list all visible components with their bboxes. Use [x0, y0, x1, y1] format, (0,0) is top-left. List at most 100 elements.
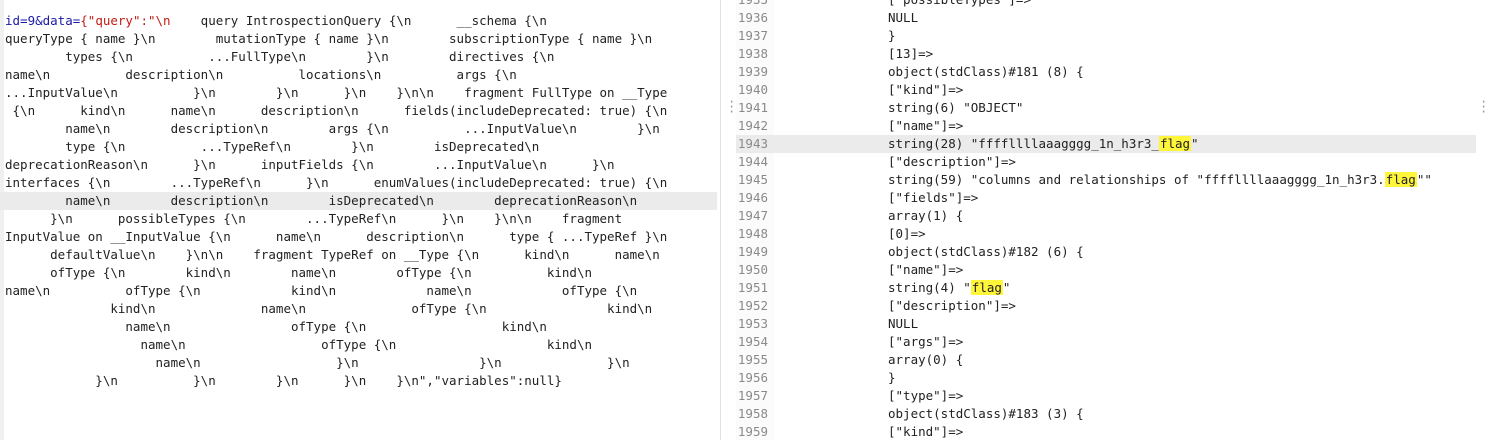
pane-divider[interactable] — [720, 0, 721, 440]
response-line: 1950 ["name"]=> — [736, 261, 1476, 279]
line-number: 1938 — [737, 46, 768, 61]
response-line: 1937} — [736, 27, 1476, 45]
request-line: name\n ofType {\n kind\n — [5, 337, 592, 352]
line-number: 1937 — [737, 28, 768, 43]
request-pane[interactable]: id=9&data={"query":"\n query Introspecti… — [0, 0, 720, 440]
response-line: 1940 ["kind"]=> — [736, 81, 1476, 99]
response-text: object(stdClass)#183 (3) { — [888, 406, 1084, 421]
response-line: 1954 ["args"]=> — [736, 333, 1476, 351]
response-line: 1948 [0]=> — [736, 225, 1476, 243]
line-number: 1956 — [737, 370, 768, 385]
pane-options-icon[interactable]: · · · — [728, 96, 735, 118]
response-line-text: object(stdClass)#182 (6) { — [888, 243, 1084, 261]
response-pane[interactable]: 1935["possibleTypes"]=>1936NULL1937}1938… — [736, 0, 1476, 440]
response-line-text: ["type"]=> — [888, 387, 963, 405]
response-text: NULL — [888, 10, 919, 25]
response-line-highlighted: 1943 string(28) "ffffllllaaagggg_1n_h3r3_… — [736, 135, 1476, 153]
line-number: 1953 — [737, 316, 768, 331]
response-text: string(4) " — [888, 280, 971, 295]
response-line: 1949 object(stdClass)#182 (6) { — [736, 243, 1476, 261]
response-line: 1951 string(4) "flag" — [736, 279, 1476, 297]
response-line: 1946 ["fields"]=> — [736, 189, 1476, 207]
request-line: InputValue on __InputValue {\n name\n de… — [5, 229, 668, 244]
response-line-text: string(4) "flag" — [888, 279, 1010, 297]
response-text: ["possibleTypes"]=> — [888, 0, 1031, 7]
response-line: 1945 string(59) "columns and relationship… — [736, 171, 1476, 189]
line-number: 1945 — [737, 172, 768, 187]
request-line: ofType {\n kind\n name\n ofType {\n kind… — [5, 265, 592, 280]
request-line: name\n description\n locations\n args {\… — [5, 67, 517, 82]
response-line: 1938 [13]=> — [736, 45, 1476, 63]
response-text-tail: " — [1191, 136, 1199, 151]
response-text: array(1) { — [888, 208, 964, 223]
response-line-text: NULL — [888, 9, 918, 27]
request-line: defaultValue\n }\n\n fragment TypeRef on… — [5, 247, 660, 262]
request-body[interactable]: id=9&data={"query":"\n query Introspecti… — [0, 12, 717, 390]
request-line: name\n ofType {\n kind\n — [5, 319, 547, 334]
request-line: id=9&data={"query":"\n query Introspecti… — [5, 12, 717, 30]
response-text: ["args"]=> — [888, 334, 964, 349]
response-text: } — [888, 370, 896, 385]
line-number: 1949 — [737, 244, 768, 259]
response-line: 1956} — [736, 369, 1476, 387]
response-line: 1936 NULL — [736, 9, 1476, 27]
response-text: ["description"]=> — [888, 154, 1016, 169]
response-text: string(6) "OBJECT" — [888, 100, 1024, 115]
response-line-text: ["kind"]=> — [888, 423, 963, 440]
request-param-id: id=9&data= — [5, 13, 81, 28]
response-text: ["type"]=> — [888, 388, 964, 403]
search-highlight: flag — [1158, 136, 1192, 151]
response-text: object(stdClass)#182 (6) { — [888, 244, 1084, 259]
response-line: 1953 NULL — [736, 315, 1476, 333]
line-number: 1944 — [737, 154, 768, 169]
response-text: object(stdClass)#181 (8) { — [888, 64, 1084, 79]
line-number: 1951 — [737, 280, 768, 295]
response-text: ["name"]=> — [888, 118, 964, 133]
response-text: array(0) { — [888, 352, 964, 367]
line-number: 1958 — [737, 406, 768, 421]
response-line-text: string(6) "OBJECT" — [888, 99, 1023, 117]
request-line: kind\n name\n ofType {\n kind\n — [5, 301, 653, 316]
line-number: 1935 — [736, 0, 768, 9]
response-body[interactable]: 1935["possibleTypes"]=>1936NULL1937}1938… — [736, 0, 1476, 440]
response-line: 1958 object(stdClass)#183 (3) { — [736, 405, 1476, 423]
response-line-text: } — [888, 369, 896, 387]
response-text: ["name"]=> — [888, 262, 964, 277]
response-line: 1942 ["name"]=> — [736, 117, 1476, 135]
request-pane-edge — [0, 0, 4, 440]
response-line: 1935 ["possibleTypes"]=> — [736, 0, 1476, 9]
request-line: ...InputValue\n }\n }\n }\n }\n\n fragme… — [5, 85, 668, 100]
response-line-text: ["description"]=> — [888, 297, 1016, 315]
response-line-text: object(stdClass)#183 (3) { — [888, 405, 1084, 423]
response-line-text: ["name"]=> — [888, 261, 963, 279]
request-line: name\n }\n }\n }\n — [5, 355, 630, 370]
response-text: string(28) "ffffllllaaagggg_1n_h3r3_ — [888, 136, 1159, 151]
line-number: 1943 — [737, 136, 768, 151]
line-number: 1946 — [737, 190, 768, 205]
request-line: }\n possibleTypes {\n ...TypeRef\n }\n }… — [5, 211, 623, 226]
response-options-icon[interactable]: · · · — [1480, 96, 1487, 118]
request-line: deprecationReason\n }\n inputFields {\n … — [5, 157, 615, 172]
response-line-text: ["kind"]=> — [888, 81, 963, 99]
response-line-text: [0]=> — [888, 225, 926, 243]
response-line-text: object(stdClass)#181 (8) { — [888, 63, 1084, 81]
line-number: 1948 — [737, 226, 768, 241]
response-line: 1947 array(1) { — [736, 207, 1476, 225]
line-number: 1959 — [737, 424, 768, 439]
response-text: [0]=> — [888, 226, 926, 241]
response-line: 1944 ["description"]=> — [736, 153, 1476, 171]
response-text: } — [888, 28, 896, 43]
response-line-text: [13]=> — [888, 45, 933, 63]
response-text: NULL — [888, 316, 919, 331]
request-param-query-open: {"query":"\n — [80, 13, 171, 28]
request-line-text: query IntrospectionQuery {\n __schema {\… — [170, 13, 547, 28]
request-line: interfaces {\n ...TypeRef\n }\n enumValu… — [5, 175, 668, 190]
response-line-text: NULL — [888, 315, 918, 333]
response-line: 1957 ["type"]=> — [736, 387, 1476, 405]
request-line: queryType { name }\n mutationType { name… — [5, 31, 653, 46]
request-line: name\n description\n args {\n ...InputVa… — [5, 121, 660, 136]
line-number: 1939 — [737, 64, 768, 79]
response-line: 1959 ["kind"]=> — [736, 423, 1476, 440]
response-line-text: string(28) "ffffllllaaagggg_1n_h3r3_flag… — [888, 135, 1199, 153]
response-line-text: } — [888, 27, 896, 45]
